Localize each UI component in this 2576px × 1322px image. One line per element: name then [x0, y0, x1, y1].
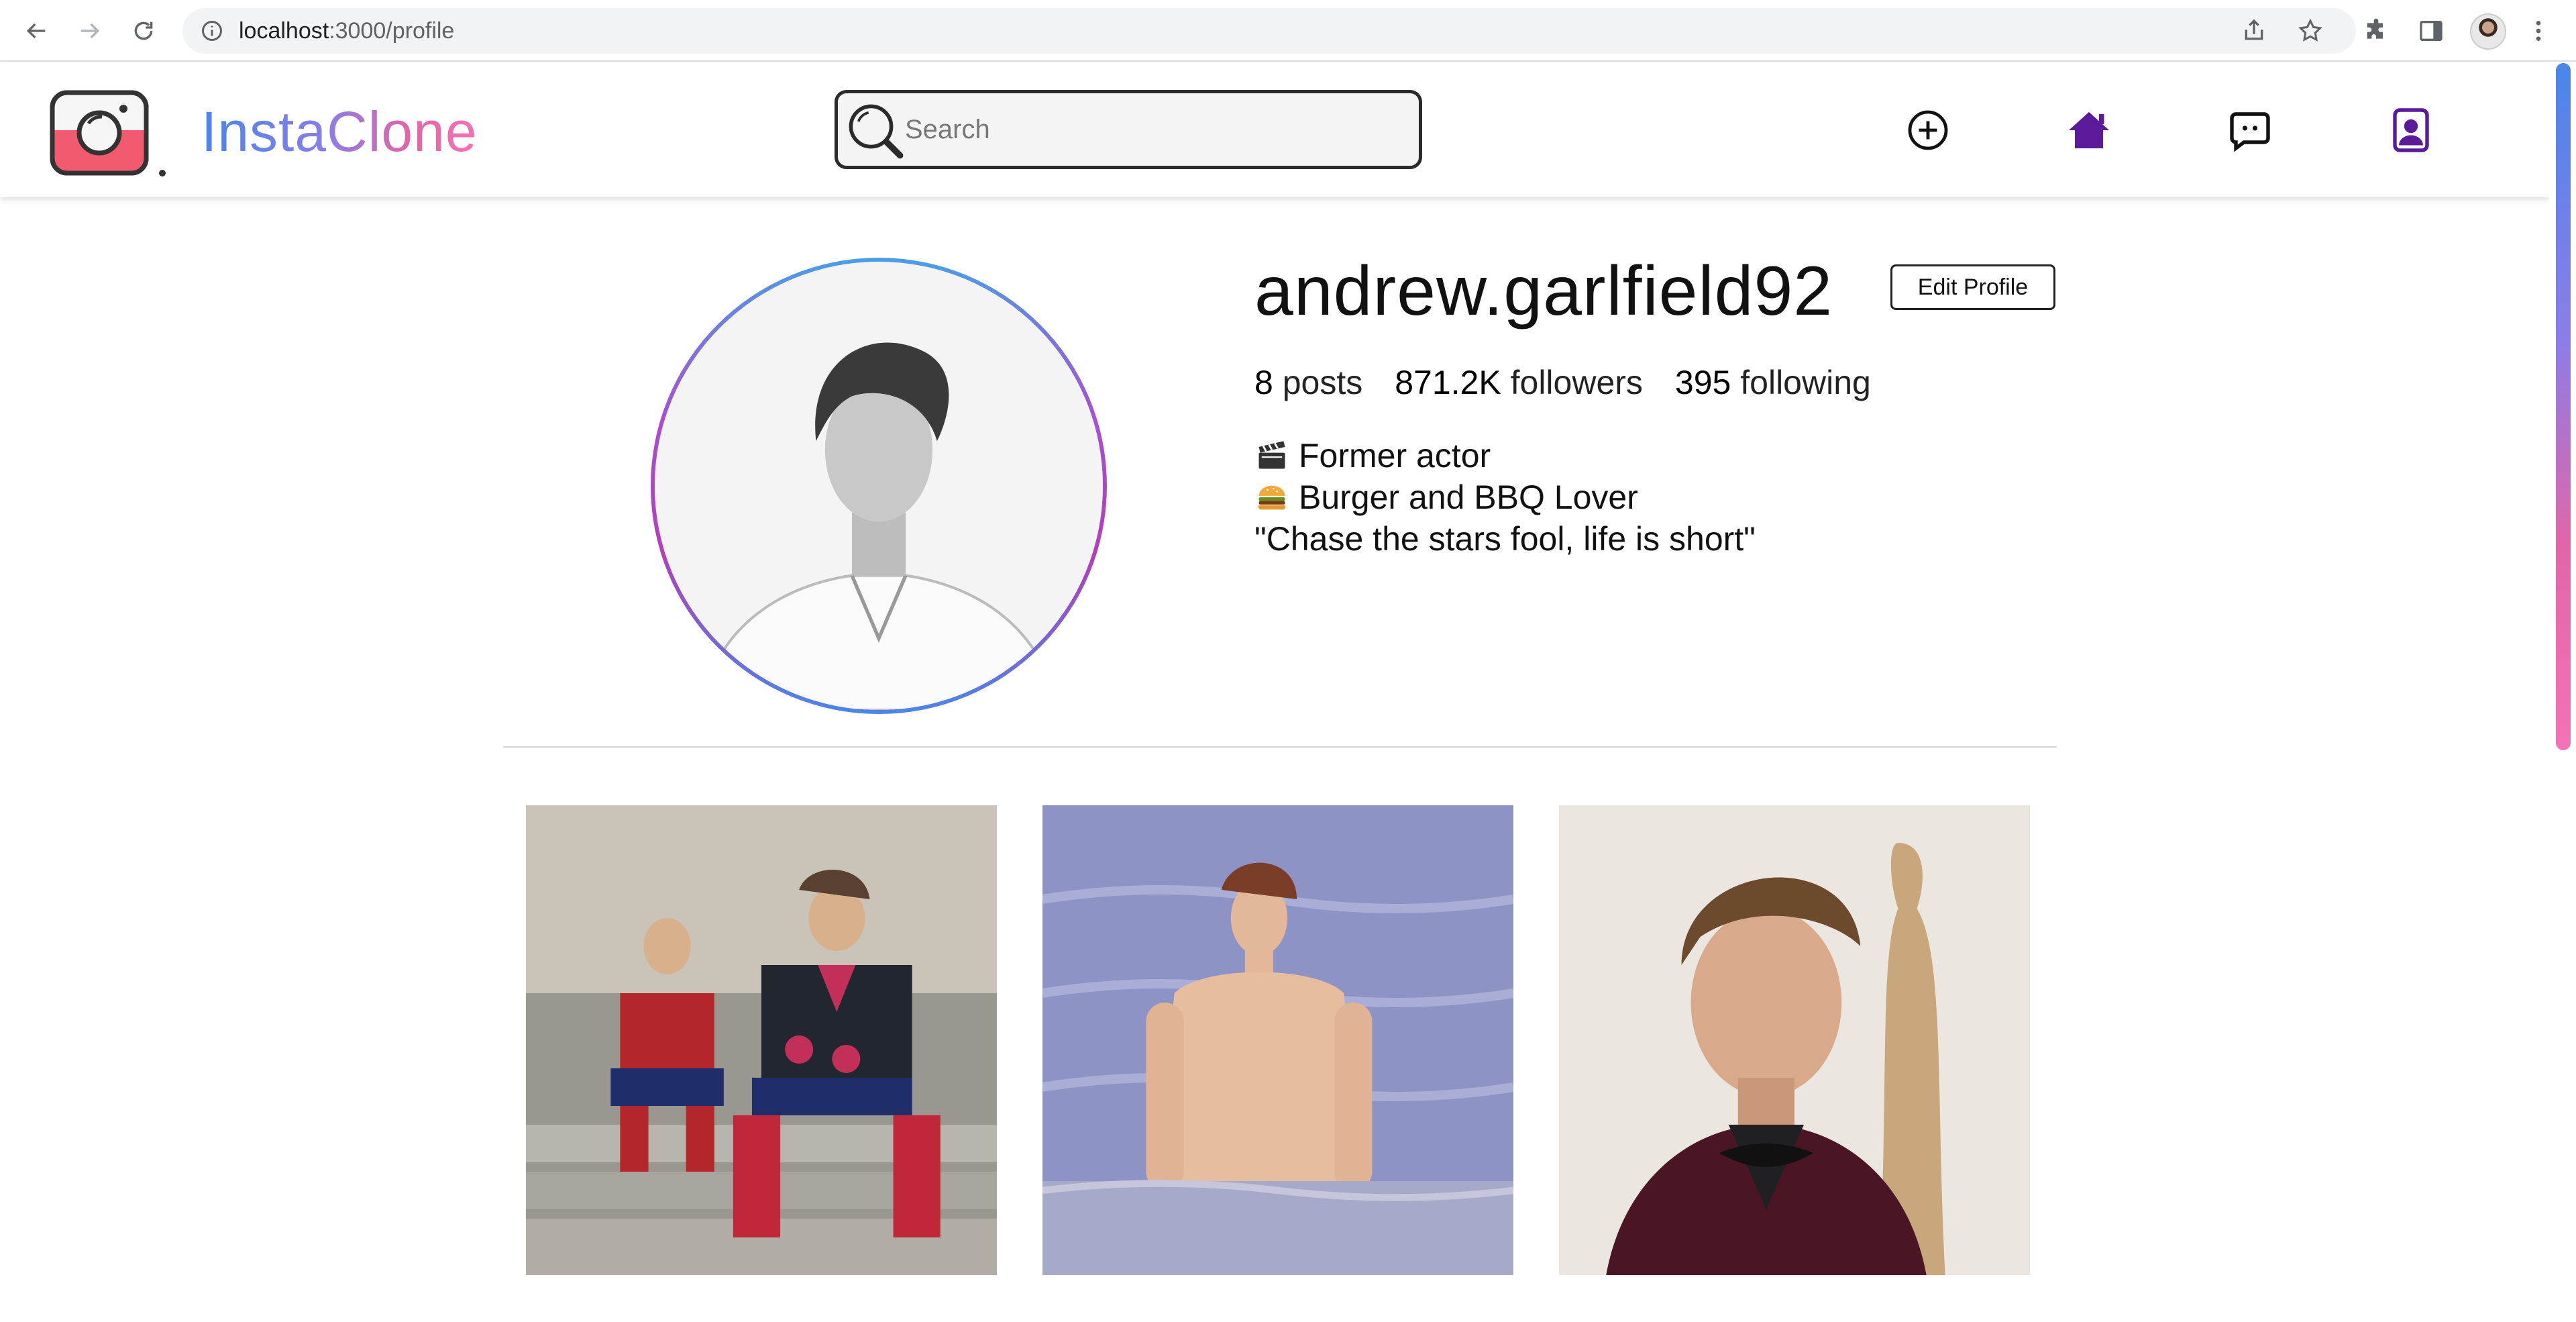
- back-button[interactable]: [20, 15, 52, 47]
- bio-text: Former actor: [1299, 437, 1491, 474]
- search-icon: [849, 104, 904, 159]
- browser-toolbar: localhost:3000/profile: [0, 0, 2576, 62]
- reload-button[interactable]: [127, 15, 160, 47]
- address-bar[interactable]: localhost:3000/profile: [182, 8, 2356, 54]
- posts-stat[interactable]: 8 posts: [1254, 361, 1362, 404]
- profile-picture[interactable]: [651, 258, 1107, 714]
- reload-icon: [134, 21, 153, 40]
- arrow-right-icon: [80, 23, 100, 39]
- brand-title[interactable]: InstaClone: [201, 98, 478, 165]
- profile-username: andrew.garlfield92: [1254, 252, 1833, 330]
- messages-button[interactable]: [2223, 103, 2277, 157]
- bio-line: "Chase the stars fool, life is short": [1254, 518, 1756, 560]
- post-thumbnail[interactable]: [526, 805, 997, 1275]
- posts-count: 8: [1254, 364, 1273, 401]
- side-panel-icon: [2420, 21, 2443, 41]
- following-count: 395: [1674, 364, 1731, 401]
- bio-quote: "Chase the stars fool, life is short": [1254, 520, 1756, 558]
- add-circle-icon: [1908, 110, 1948, 150]
- message-icon: [2230, 112, 2270, 152]
- followers-stat[interactable]: 871.2K followers: [1395, 361, 1643, 404]
- more-vert-icon: [2536, 21, 2541, 41]
- url-text: localhost:3000/profile: [239, 18, 455, 44]
- home-icon: [2069, 112, 2109, 148]
- profile-avatar[interactable]: [2470, 13, 2506, 50]
- puzzle-icon: [2367, 18, 2383, 39]
- bio-line: Former actor: [1254, 435, 1756, 476]
- profile-bio: Former actor Burger and BBQ Lover "Chase…: [1254, 435, 1756, 560]
- followers-label: followers: [1510, 364, 1643, 401]
- profile-divider: [503, 746, 2057, 748]
- post-thumbnail[interactable]: [1042, 805, 1513, 1275]
- forward-button[interactable]: [74, 15, 106, 47]
- following-stat[interactable]: 395 following: [1675, 361, 1871, 404]
- side-panel-button[interactable]: [2415, 15, 2447, 47]
- profile-photo: [655, 262, 1103, 710]
- photo-portrait: [1559, 805, 2030, 1275]
- app-header: InstaClone: [0, 63, 2549, 197]
- following-label: following: [1740, 364, 1871, 401]
- new-post-button[interactable]: [1901, 103, 1955, 157]
- photo-water: [1042, 805, 1513, 1275]
- edit-profile-button[interactable]: Edit Profile: [1890, 264, 2055, 310]
- bio-line: Burger and BBQ Lover: [1254, 476, 1756, 518]
- burger-icon: [1258, 485, 1286, 510]
- profile-stats: 8 posts 871.2K followers 395 following: [1254, 361, 1871, 404]
- profile-button[interactable]: [2384, 103, 2438, 157]
- share-icon[interactable]: [2241, 17, 2267, 44]
- home-button[interactable]: [2062, 103, 2116, 157]
- info-icon[interactable]: [200, 19, 224, 43]
- clapperboard-icon: [1258, 441, 1285, 469]
- extensions-button[interactable]: [2360, 15, 2392, 47]
- camera-logo-icon[interactable]: [48, 89, 169, 183]
- menu-button[interactable]: [2522, 15, 2555, 47]
- search-input[interactable]: [905, 105, 1401, 154]
- arrow-left-icon: [26, 23, 46, 39]
- person-portrait-icon: [655, 262, 1103, 710]
- post-thumbnail[interactable]: [1559, 805, 2030, 1275]
- user-profile-icon: [2393, 108, 2429, 152]
- photo-spiderman-steps: [526, 805, 997, 1275]
- followers-count: 871.2K: [1395, 364, 1501, 401]
- scrollbar-thumb[interactable]: [2556, 63, 2571, 750]
- bio-text: Burger and BBQ Lover: [1299, 478, 1638, 516]
- posts-label: posts: [1282, 364, 1363, 401]
- star-icon[interactable]: [2297, 17, 2324, 44]
- search-box[interactable]: [835, 90, 1422, 169]
